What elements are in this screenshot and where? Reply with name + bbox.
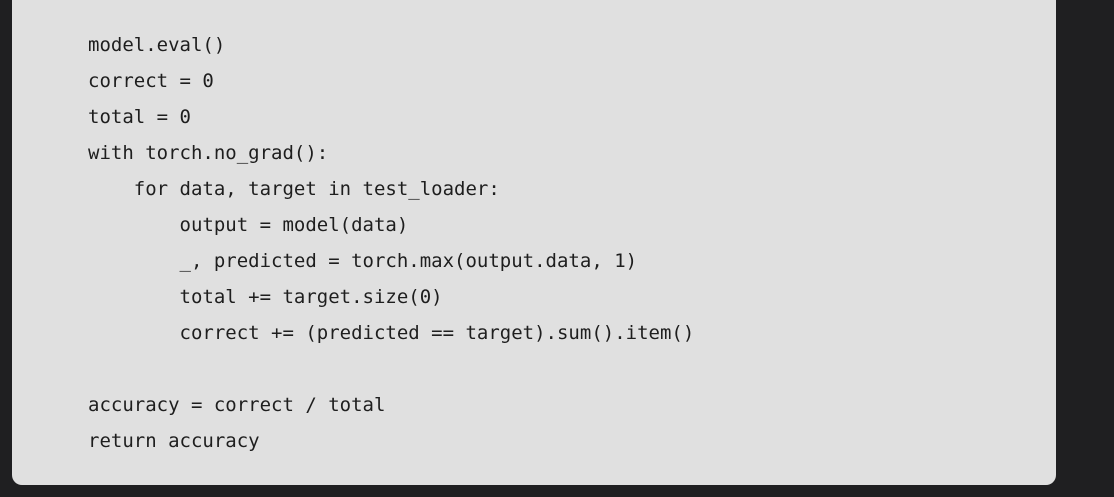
- code-line: accuracy = correct / total: [88, 394, 386, 416]
- code-line: model.eval(): [88, 34, 226, 56]
- code-block-panel: model.eval() correct = 0 total = 0 with …: [12, 0, 1056, 485]
- code-line: total = 0: [88, 106, 191, 128]
- code-line: output = model(data): [88, 214, 409, 236]
- code-block[interactable]: model.eval() correct = 0 total = 0 with …: [88, 27, 694, 459]
- code-line: return accuracy: [88, 430, 260, 452]
- code-line: total += target.size(0): [88, 286, 443, 308]
- code-line: with torch.no_grad():: [88, 142, 329, 164]
- code-line: for data, target in test_loader:: [88, 178, 500, 200]
- code-line: correct = 0: [88, 70, 214, 92]
- code-line: _, predicted = torch.max(output.data, 1): [88, 250, 638, 272]
- code-line: correct += (predicted == target).sum().i…: [88, 322, 695, 344]
